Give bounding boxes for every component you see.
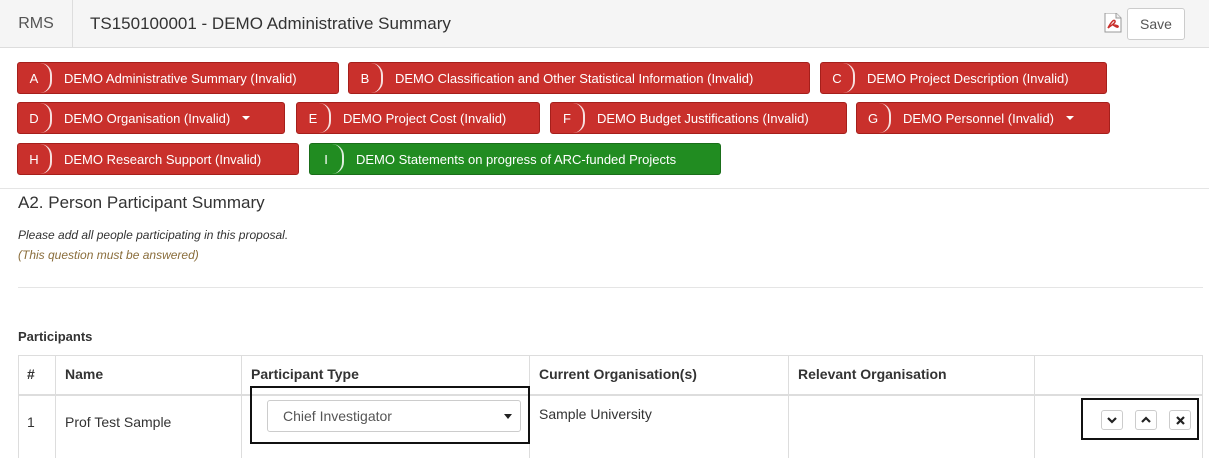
divider — [0, 188, 1209, 189]
section-letter: B — [349, 63, 383, 93]
column-header-relevant-organisation: Relevant Organisation — [788, 355, 1034, 394]
table-header-row: # Name Participant Type Current Organisa… — [18, 355, 1203, 396]
section-f-button[interactable]: F DEMO Budget Justifications (Invalid) — [550, 102, 847, 134]
section-letter: C — [821, 63, 855, 93]
app-name[interactable]: RMS — [0, 0, 73, 47]
chevron-down-icon — [1107, 417, 1117, 424]
row-actions-highlight — [1081, 398, 1199, 440]
participants-label: Participants — [18, 329, 93, 344]
section-label: DEMO Budget Justifications (Invalid) — [597, 110, 809, 126]
table-row: 1 Prof Test Sample Sample University — [18, 396, 1203, 458]
column-header-number: # — [27, 366, 35, 382]
section-label: DEMO Personnel (Invalid) — [903, 110, 1054, 126]
participant-type-highlight: Chief Investigator — [250, 386, 530, 444]
section-letter: I — [310, 144, 344, 174]
section-d-button[interactable]: D DEMO Organisation (Invalid) — [17, 102, 285, 134]
section-c-button[interactable]: C DEMO Project Description (Invalid) — [820, 62, 1107, 94]
current-organisation: Sample University — [529, 396, 788, 458]
section-e-button[interactable]: E DEMO Project Cost (Invalid) — [296, 102, 540, 134]
top-bar: RMS TS150100001 - DEMO Administrative Su… — [0, 0, 1209, 48]
question-instruction: Please add all people participating in t… — [18, 228, 289, 242]
section-g-button[interactable]: G DEMO Personnel (Invalid) — [856, 102, 1110, 134]
section-label: DEMO Research Support (Invalid) — [64, 151, 262, 167]
section-label: DEMO Project Description (Invalid) — [867, 70, 1069, 86]
section-letter: A — [18, 63, 52, 93]
participant-type-select[interactable]: Chief Investigator — [267, 400, 521, 432]
column-header-name: Name — [55, 355, 241, 394]
page-title: TS150100001 - DEMO Administrative Summar… — [90, 14, 451, 33]
section-b-button[interactable]: B DEMO Classification and Other Statisti… — [348, 62, 810, 94]
relevant-organisation[interactable] — [788, 396, 1034, 458]
required-note: (This question must be answered) — [18, 248, 199, 262]
section-letter: D — [18, 103, 52, 133]
chevron-down-icon[interactable] — [242, 116, 251, 120]
row-number: 1 — [27, 414, 35, 430]
pdf-icon[interactable] — [1104, 12, 1122, 33]
section-label: DEMO Statements on progress of ARC-funde… — [356, 151, 677, 167]
participant-name: Prof Test Sample — [55, 396, 241, 458]
section-label: DEMO Organisation (Invalid) — [64, 110, 231, 126]
move-up-button[interactable] — [1135, 410, 1157, 430]
participant-type-value: Chief Investigator — [283, 408, 392, 424]
column-header-current-organisation: Current Organisation(s) — [529, 355, 788, 394]
section-letter: E — [297, 103, 331, 133]
close-icon — [1175, 415, 1185, 425]
participants-table: # Name Participant Type Current Organisa… — [18, 355, 1203, 458]
chevron-up-icon — [1141, 416, 1151, 423]
column-header-actions — [1034, 355, 1203, 394]
section-h-button[interactable]: H DEMO Research Support (Invalid) — [17, 143, 299, 175]
section-label: DEMO Classification and Other Statistica… — [395, 70, 754, 86]
question-title: A2. Person Participant Summary — [18, 193, 265, 212]
divider — [18, 287, 1203, 288]
chevron-down-icon[interactable] — [1066, 116, 1074, 120]
move-down-button[interactable] — [1101, 410, 1123, 430]
section-label: DEMO Project Cost (Invalid) — [343, 110, 507, 126]
section-letter: F — [551, 103, 585, 133]
section-a-button[interactable]: A DEMO Administrative Summary (Invalid) — [17, 62, 339, 94]
section-label: DEMO Administrative Summary (Invalid) — [64, 70, 297, 86]
section-i-button[interactable]: I DEMO Statements on progress of ARC-fun… — [309, 143, 721, 175]
section-letter: G — [857, 103, 891, 133]
section-letter: H — [18, 144, 52, 174]
remove-button[interactable] — [1169, 410, 1191, 430]
save-button[interactable]: Save — [1127, 8, 1185, 40]
dropdown-arrow-icon — [504, 414, 512, 419]
